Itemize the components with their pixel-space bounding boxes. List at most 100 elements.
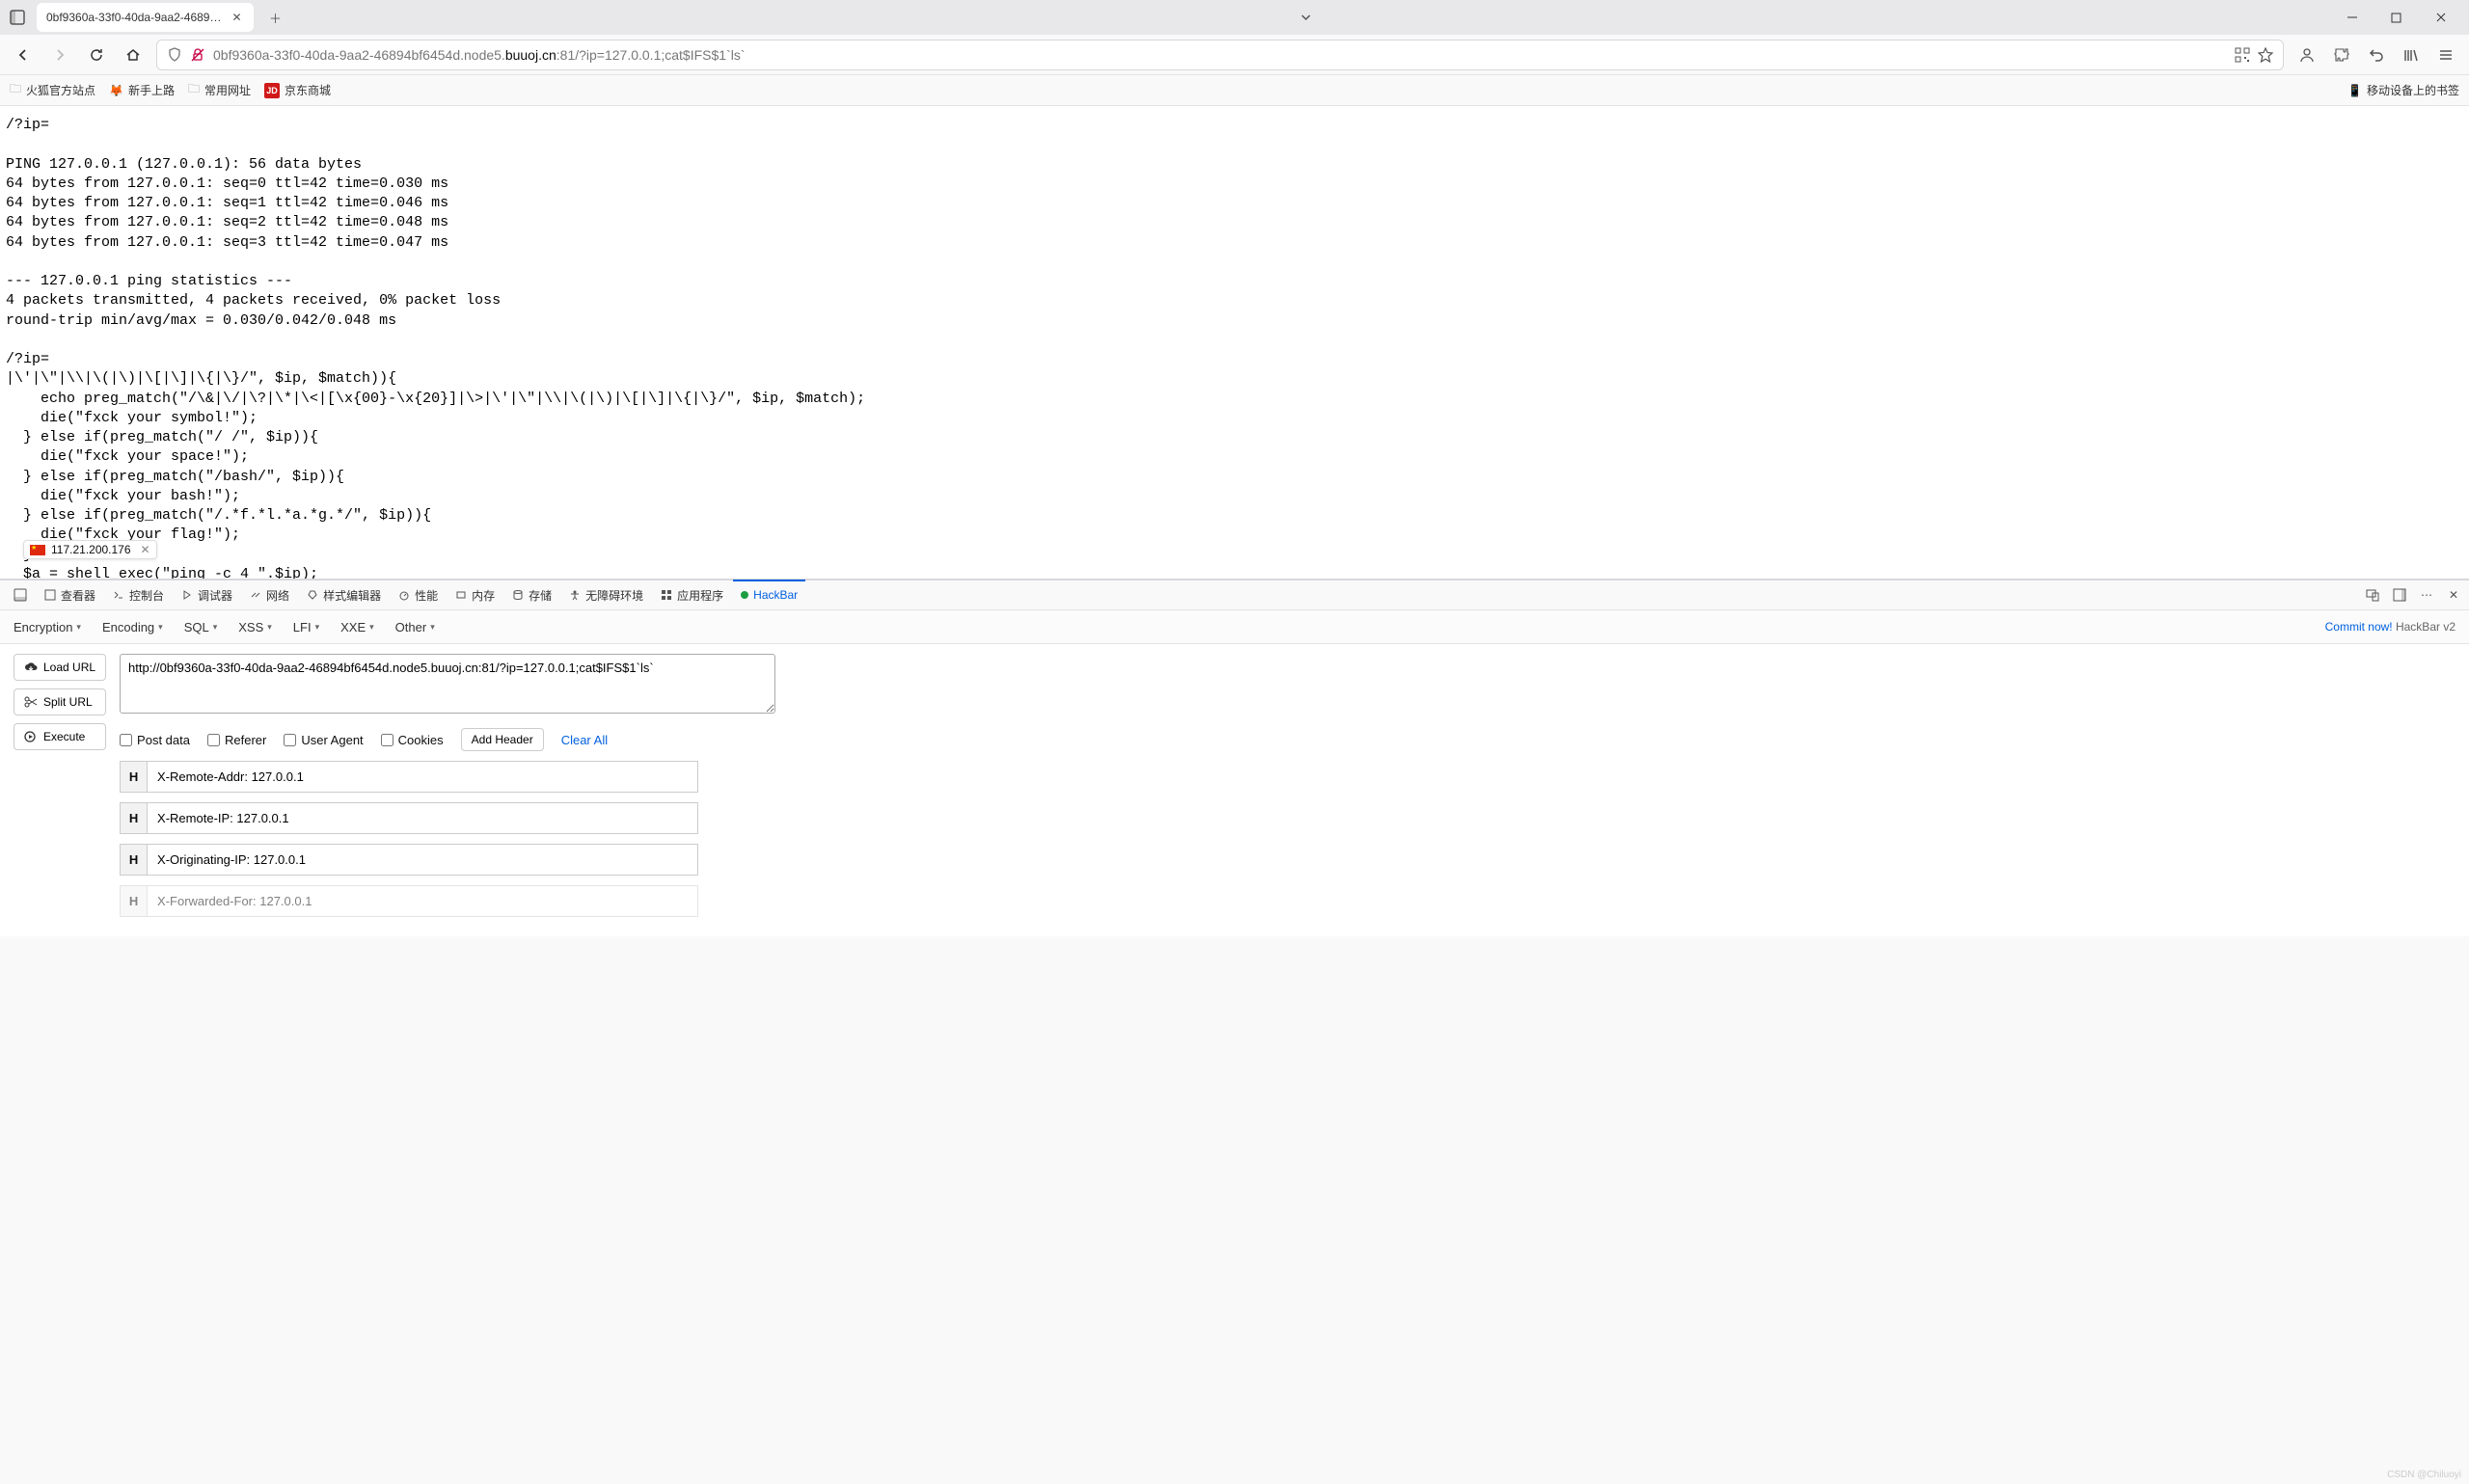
scissors-icon [24,696,38,708]
tab-console[interactable]: 控制台 [105,580,172,609]
tab-hackbar[interactable]: HackBar [733,580,805,608]
tab-title: 0bf9360a-33f0-40da-9aa2-4689… [46,11,221,24]
devtools-right: ⋯ ✕ [2363,585,2463,605]
bookmark-star-icon[interactable] [2258,47,2273,63]
close-icon[interactable]: ✕ [141,543,150,556]
menu-lfi[interactable]: LFI▾ [293,620,319,634]
ip-info-card[interactable]: 117.21.200.176 ✕ [23,540,157,559]
menu-other[interactable]: Other▾ [395,620,435,634]
new-tab-button[interactable]: ＋ [261,4,288,31]
menu-xxe[interactable]: XXE▾ [340,620,374,634]
url-suffix: :81/?ip=127.0.0.1;cat$IFS$1`ls` [556,47,746,63]
address-bar[interactable]: 0bf9360a-33f0-40da-9aa2-46894bf6454d.nod… [156,40,2284,70]
tab-network[interactable]: 网络 [242,580,297,609]
close-window-button[interactable] [2419,0,2463,35]
browser-tab[interactable]: 0bf9360a-33f0-40da-9aa2-4689… ✕ [37,3,254,32]
menu-encoding[interactable]: Encoding ▾ [102,620,163,634]
menu-label: Encoding [102,620,154,634]
responsive-icon[interactable] [2363,585,2382,605]
split-url-button[interactable]: Split URL [14,688,106,715]
bookmark-jd[interactable]: JD京东商城 [264,82,331,98]
toolbar-right [2293,41,2459,68]
close-icon[interactable]: ✕ [229,10,244,25]
header-input[interactable] [147,802,698,834]
devtools-dock-icon[interactable] [6,580,35,609]
header-input[interactable] [147,761,698,793]
folder-icon: 🗀 [188,80,200,100]
tab-application[interactable]: 应用程序 [653,580,731,609]
commit-link[interactable]: Commit now! [2325,620,2393,634]
user-agent-checkbox[interactable]: User Agent [284,733,363,747]
post-data-checkbox[interactable]: Post data [120,733,190,747]
tab-inspector[interactable]: 查看器 [37,580,103,609]
more-icon[interactable]: ⋯ [2417,585,2436,605]
tab-accessibility[interactable]: 无障碍环境 [561,580,651,609]
dot-icon [741,591,748,599]
caret-icon: ▾ [430,622,435,633]
home-button[interactable] [120,41,147,68]
extensions-icon[interactable] [2328,41,2355,68]
back-button[interactable] [10,41,37,68]
tab-memory[interactable]: 内存 [448,580,502,609]
hackbar-body: Load URL Split URL Execute Post data Ref… [0,644,2469,936]
insecure-lock-icon[interactable] [190,47,205,63]
library-icon[interactable] [2398,41,2425,68]
account-icon[interactable] [2293,41,2320,68]
menu-xss[interactable]: XSS▾ [238,620,272,634]
bookmarks-bar: 🗀火狐官方站点 🦊新手上路 🗀常用网址 JD京东商城 📱移动设备上的书签 [0,75,2469,106]
tab-spaces-icon[interactable] [6,6,29,29]
tab-label: 网络 [266,587,289,604]
cookies-checkbox[interactable]: Cookies [381,733,444,747]
menu-encryption[interactable]: Encryption▾ [14,620,81,634]
url-prefix: 0bf9360a-33f0-40da-9aa2-46894bf6454d.nod… [213,47,505,63]
menu-sql[interactable]: SQL▾ [184,620,218,634]
flag-cn-icon [30,545,45,555]
tab-debugger[interactable]: 调试器 [174,580,240,609]
header-badge: H [120,761,147,793]
button-label: Execute [43,730,85,743]
mobile-bookmarks[interactable]: 📱移动设备上的书签 [2347,82,2459,98]
bookmark-firefox[interactable]: 🗀火狐官方站点 [10,80,95,100]
header-badge: H [120,885,147,917]
qr-icon[interactable] [2235,47,2250,63]
tab-label: 查看器 [61,587,95,604]
shield-icon[interactable] [167,47,182,63]
dock-side-icon[interactable] [2390,585,2409,605]
header-row: H [120,761,698,793]
folder-icon: 🗀 [10,80,21,100]
tab-label: HackBar [753,588,798,602]
tabs-dropdown-icon[interactable] [1300,12,1312,23]
tab-label: 内存 [472,587,495,604]
add-header-button[interactable]: Add Header [461,728,544,751]
hackbar-version: Commit now! HackBar v2 [2325,620,2455,634]
undo-close-tab-icon[interactable] [2363,41,2390,68]
tab-style[interactable]: 样式编辑器 [299,580,389,609]
tab-storage[interactable]: 存储 [504,580,559,609]
header-input[interactable] [147,885,698,917]
bookmark-common[interactable]: 🗀常用网址 [188,80,251,100]
clear-all-link[interactable]: Clear All [561,733,608,747]
close-devtools-icon[interactable]: ✕ [2444,585,2463,605]
caret-icon: ▾ [158,622,163,633]
reload-button[interactable] [83,41,110,68]
referer-checkbox[interactable]: Referer [207,733,266,747]
hackbar-menus: Encryption▾ Encoding ▾ SQL▾ XSS▾ LFI▾ XXE… [0,609,2469,644]
cloud-icon [24,661,38,673]
load-url-button[interactable]: Load URL [14,654,106,681]
url-input[interactable] [120,654,775,714]
forward-button [46,41,73,68]
header-row: H [120,844,698,876]
caret-icon: ▾ [213,622,218,633]
maximize-button[interactable] [2374,0,2419,35]
bookmark-newbie[interactable]: 🦊新手上路 [109,82,175,98]
url-host: buuoj.cn [505,47,556,63]
bookmark-label: 移动设备上的书签 [2367,82,2459,98]
header-row: H [120,885,698,917]
tab-performance[interactable]: 性能 [391,580,446,609]
bookmark-label: 新手上路 [128,82,175,98]
header-input[interactable] [147,844,698,876]
minimize-button[interactable] [2330,0,2374,35]
execute-button[interactable]: Execute [14,723,106,750]
caret-icon: ▾ [76,622,81,633]
app-menu-icon[interactable] [2432,41,2459,68]
